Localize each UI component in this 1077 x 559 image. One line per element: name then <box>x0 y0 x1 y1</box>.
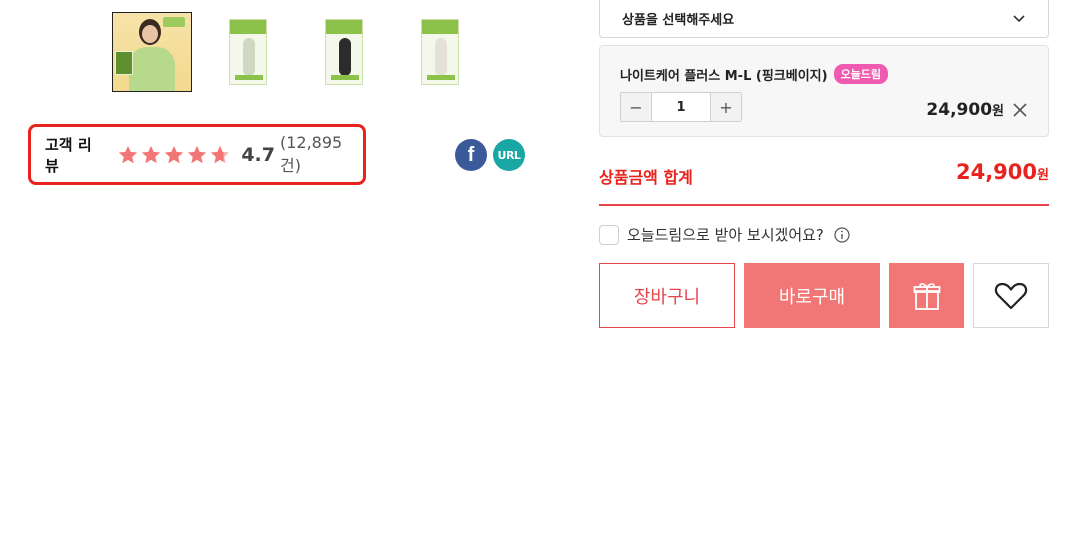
thumbnail-model[interactable] <box>112 12 192 92</box>
product-select[interactable]: 상품을 선택해주세요 <box>599 0 1049 38</box>
thumbnail-gallery <box>112 12 480 92</box>
quantity-value[interactable]: 1 <box>651 93 711 121</box>
facebook-icon: f <box>467 143 475 166</box>
star-icon <box>119 145 138 163</box>
today-delivery-label[interactable]: 오늘드림으로 받아 보시겠어요? <box>627 224 824 245</box>
rating-score: 4.7 <box>241 143 275 166</box>
share-buttons: f URL <box>455 139 525 171</box>
facebook-share-button[interactable]: f <box>455 139 487 171</box>
package-image <box>229 19 267 85</box>
star-icon <box>165 145 184 163</box>
total-price-currency: 원 <box>1037 168 1049 183</box>
total-price-value: 24,900 <box>955 160 1038 184</box>
thumbnail-package-1[interactable] <box>208 12 288 92</box>
option-price-currency: 원 <box>992 104 1004 119</box>
star-icon <box>142 145 161 163</box>
review-count: (12,895건) <box>279 133 343 175</box>
gift-icon <box>913 282 940 310</box>
star-icon <box>188 145 207 163</box>
option-price: 24,900원 <box>926 100 1004 120</box>
heart-icon <box>994 282 1028 309</box>
star-rating <box>117 144 231 166</box>
gift-button[interactable] <box>889 263 964 328</box>
package-image <box>421 19 459 85</box>
option-name: 나이트케어 플러스 M-L (핑크베이지) <box>620 68 828 84</box>
thumbnail-package-3[interactable] <box>400 12 480 92</box>
url-copy-button[interactable]: URL <box>493 139 525 171</box>
quantity-stepper: − 1 + <box>620 92 742 122</box>
package-image <box>325 19 363 85</box>
star-icon <box>211 145 230 163</box>
purchase-actions: 장바구니 바로구매 <box>599 263 1049 328</box>
today-delivery-option: 오늘드림으로 받아 보시겠어요? <box>599 224 850 245</box>
total-label: 상품금액 합계 <box>599 168 693 187</box>
buy-now-button[interactable]: 바로구매 <box>744 263 880 328</box>
product-select-placeholder: 상품을 선택해주세요 <box>622 12 735 28</box>
wishlist-button[interactable] <box>973 263 1049 328</box>
url-label: URL <box>497 148 521 162</box>
total-price: 24,900원 <box>956 160 1049 184</box>
quantity-increase-button[interactable]: + <box>711 93 741 121</box>
add-to-cart-button[interactable]: 장바구니 <box>599 263 735 328</box>
chevron-down-icon <box>1013 15 1025 23</box>
today-delivery-badge: 오늘드림 <box>833 64 889 84</box>
model-image <box>113 13 191 91</box>
today-delivery-checkbox[interactable] <box>599 224 619 245</box>
review-label: 고객 리뷰 <box>45 135 92 175</box>
close-icon[interactable] <box>1012 102 1028 118</box>
quantity-decrease-button[interactable]: − <box>621 93 651 121</box>
thumbnail-package-2[interactable] <box>304 12 384 92</box>
review-summary[interactable]: 고객 리뷰 4.7 (12,895건) <box>28 124 366 185</box>
option-price-value: 24,900 <box>926 100 993 120</box>
total-price-row: 상품금액 합계 24,900원 <box>599 160 1049 206</box>
selected-option-card: 나이트케어 플러스 M-L (핑크베이지) 오늘드림 − 1 + 24,900원 <box>599 45 1049 137</box>
info-icon[interactable] <box>834 226 850 243</box>
